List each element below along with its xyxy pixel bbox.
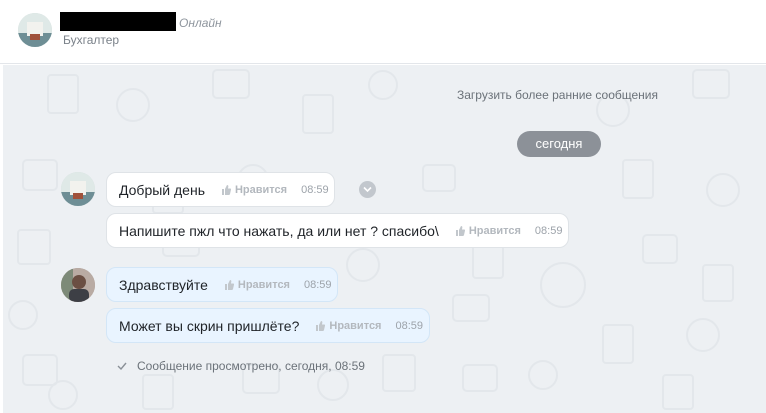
seen-status-text: Сообщение просмотрено, сегодня, 08:59 <box>137 359 365 373</box>
message-text: Может вы скрин пришлёте? <box>119 317 300 334</box>
message-time: 08:59 <box>301 183 329 196</box>
chat-area: Загрузить более ранние сообщения сегодня… <box>3 65 766 413</box>
message-bubble[interactable]: Напишите пжл что нажать, да или нет ? сп… <box>106 213 569 248</box>
thumbs-up-icon <box>316 320 326 331</box>
my-avatar[interactable] <box>61 268 95 302</box>
message-text: Добрый день <box>119 181 205 198</box>
thumbs-up-icon <box>455 225 465 236</box>
message-time: 08:59 <box>395 319 424 332</box>
seen-status: Сообщение просмотрено, сегодня, 08:59 <box>117 359 365 373</box>
like-button[interactable]: Нравится <box>315 320 381 332</box>
date-divider: сегодня <box>517 131 601 157</box>
message-time: 08:59 <box>534 224 563 237</box>
thumbs-up-icon <box>224 279 234 290</box>
contact-avatar[interactable] <box>18 13 52 47</box>
load-earlier-messages-link[interactable]: Загрузить более ранние сообщения <box>457 88 658 102</box>
check-icon <box>117 362 127 370</box>
message-options-button[interactable] <box>359 181 376 198</box>
chat-header: Онлайн Бухгалтер <box>0 0 766 64</box>
online-status: Онлайн <box>179 16 222 30</box>
like-label: Нравится <box>468 224 521 237</box>
contact-role: Бухгалтер <box>63 33 120 47</box>
sender-avatar[interactable] <box>61 172 95 206</box>
like-button[interactable]: Нравится <box>221 184 287 196</box>
like-label: Нравится <box>234 183 288 196</box>
message-text: Здравствуйте <box>119 276 208 293</box>
message-time: 08:59 <box>303 278 332 291</box>
chevron-down-icon <box>363 186 372 193</box>
like-button[interactable]: Нравится <box>455 225 521 237</box>
like-label: Нравится <box>237 278 290 291</box>
like-label: Нравится <box>329 319 382 332</box>
like-button[interactable]: Нравится <box>224 279 290 291</box>
thumbs-up-icon <box>221 184 231 195</box>
message-bubble[interactable]: Добрый день Нравится 08:59 <box>106 172 335 207</box>
contact-name-redacted <box>60 12 176 31</box>
message-bubble[interactable]: Может вы скрин пришлёте? Нравится 08:59 <box>106 308 430 343</box>
message-bubble[interactable]: Здравствуйте Нравится 08:59 <box>106 267 338 302</box>
message-text: Напишите пжл что нажать, да или нет ? сп… <box>119 222 439 239</box>
